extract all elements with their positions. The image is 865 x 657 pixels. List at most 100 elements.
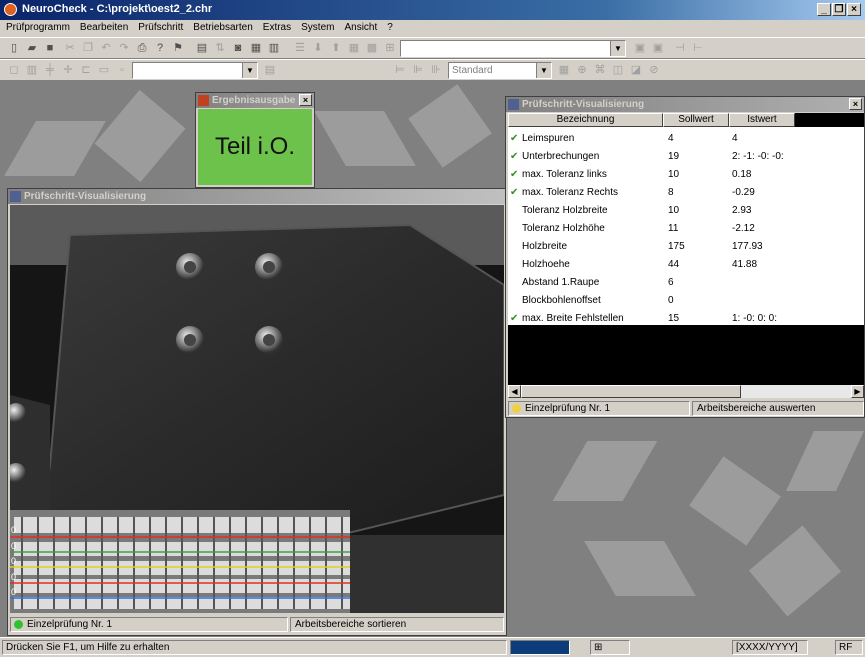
line-label: 0 bbox=[11, 541, 16, 551]
row-bezeichnung: Blockbohlenoffset bbox=[522, 295, 601, 306]
menu-ansicht[interactable]: Ansicht bbox=[340, 20, 381, 35]
chevron-down-icon[interactable]: ▼ bbox=[242, 63, 257, 78]
table-row[interactable]: Blockbohlenoffset 0 bbox=[508, 292, 864, 310]
format2-icon[interactable]: ▣ bbox=[650, 41, 666, 56]
table-window-titlebar[interactable]: Prüfschritt-Visualisierung × bbox=[506, 97, 864, 112]
chevron-down-icon[interactable]: ▼ bbox=[610, 41, 625, 56]
save-icon[interactable]: ■ bbox=[42, 41, 58, 56]
context-help-icon[interactable]: ⚑ bbox=[170, 41, 186, 56]
camera-window[interactable]: Prüfschritt-Visualisierung 0 0 0 0 0 Ein… bbox=[7, 188, 507, 636]
row-bezeichnung: max. Breite Fehlstellen bbox=[522, 313, 624, 324]
table-icon[interactable]: ▦ bbox=[556, 63, 572, 78]
row-bezeichnung: Leimspuren bbox=[522, 133, 575, 144]
result-window[interactable]: Ergebnisausgabe × Teil i.O. bbox=[195, 92, 315, 188]
select-icon[interactable]: ◻ bbox=[6, 63, 22, 78]
menu-betriebsarten[interactable]: Betriebsarten bbox=[189, 20, 256, 35]
style-combo-value: Standard bbox=[452, 65, 493, 76]
camera-icon[interactable]: ◙ bbox=[230, 41, 246, 56]
menu-bearbeiten[interactable]: Bearbeiten bbox=[76, 20, 132, 35]
minimize-button[interactable]: _ bbox=[817, 3, 831, 16]
menu-extras[interactable]: Extras bbox=[259, 20, 295, 35]
cut-icon[interactable]: ✂ bbox=[62, 41, 78, 56]
column-header-bezeichnung[interactable]: Bezeichnung bbox=[508, 113, 663, 127]
cross-icon[interactable]: ✛ bbox=[60, 63, 76, 78]
menu-system[interactable]: System bbox=[297, 20, 338, 35]
print-icon[interactable]: ⎙ bbox=[134, 41, 150, 56]
chevron-down-icon[interactable]: ▼ bbox=[536, 63, 551, 78]
table-row[interactable]: Toleranz Holzbreite 10 2.93 bbox=[508, 202, 864, 220]
table-window[interactable]: Prüfschritt-Visualisierung × ✔ Leimspuren… bbox=[505, 96, 865, 418]
watermark-logo bbox=[689, 456, 781, 546]
layers-icon[interactable]: ◫ bbox=[610, 63, 626, 78]
table-row[interactable]: ✔ max. Breite Fehlstellen 15 1: -0: 0: 0: bbox=[508, 310, 864, 328]
close-button[interactable]: × bbox=[847, 3, 861, 16]
camera-image[interactable]: 0 0 0 0 0 bbox=[10, 205, 504, 613]
close-icon[interactable]: × bbox=[849, 98, 862, 110]
split-icon[interactable]: ╪ bbox=[42, 63, 58, 78]
zoom-icon[interactable]: ⊕ bbox=[574, 63, 590, 78]
result-text: Teil i.O. bbox=[214, 133, 295, 160]
window2-icon[interactable]: ▫ bbox=[114, 63, 130, 78]
compare-icon[interactable]: ▥ bbox=[266, 41, 282, 56]
status-mode: RF bbox=[835, 640, 863, 655]
horizontal-scrollbar[interactable]: ◀ ▶ bbox=[508, 385, 864, 398]
camera-window-titlebar[interactable]: Prüfschritt-Visualisierung bbox=[8, 189, 506, 204]
bars-icon[interactable]: ▥ bbox=[24, 63, 40, 78]
open-folder-icon[interactable]: ▰ bbox=[24, 41, 40, 56]
table-row[interactable]: ✔ max. Toleranz Rechts 8 -0.29 bbox=[508, 184, 864, 202]
tree-icon[interactable]: ⊞ bbox=[382, 41, 398, 56]
table-row[interactable]: Holzhoehe 44 41.88 bbox=[508, 256, 864, 274]
style-combo[interactable]: Standard ▼ bbox=[448, 62, 552, 79]
table-row[interactable]: ✔ Unterbrechungen 19 2: -1: -0: -0: bbox=[508, 148, 864, 166]
menu-pruefschritt[interactable]: Prüfschritt bbox=[134, 20, 187, 35]
format-icon[interactable]: ▣ bbox=[632, 41, 648, 56]
new-file-icon[interactable]: ▯ bbox=[6, 41, 22, 56]
check-icon: ✔ bbox=[510, 169, 519, 180]
window-icon[interactable]: ▭ bbox=[96, 63, 112, 78]
menu-pruefprogramm[interactable]: Prüfprogramm bbox=[2, 20, 74, 35]
column-header-istwert[interactable]: Istwert bbox=[729, 113, 795, 127]
table-row[interactable]: Holzbreite 175 177.93 bbox=[508, 238, 864, 256]
graph-icon[interactable]: ▦ bbox=[248, 41, 264, 56]
undo-icon[interactable]: ↶ bbox=[98, 41, 114, 56]
scroll-thumb[interactable] bbox=[521, 385, 741, 398]
format4-icon[interactable]: ⊢ bbox=[690, 41, 706, 56]
align-left-icon[interactable]: ⊨ bbox=[392, 63, 408, 78]
help-icon[interactable]: ? bbox=[152, 41, 168, 56]
column-header-sollwert[interactable]: Sollwert bbox=[663, 113, 729, 127]
step-list-icon[interactable]: ▤ bbox=[194, 41, 210, 56]
down-icon[interactable]: ⬇ bbox=[310, 41, 326, 56]
copy-icon[interactable]: ❐ bbox=[80, 41, 96, 56]
distribute-icon[interactable]: ⊪ bbox=[428, 63, 444, 78]
restore-button[interactable]: ❐ bbox=[832, 3, 846, 16]
format3-icon[interactable]: ⊣ bbox=[672, 41, 688, 56]
row-sollwert: 0 bbox=[668, 295, 674, 306]
result-window-titlebar[interactable]: Ergebnisausgabe × bbox=[196, 93, 314, 108]
row-istwert: 2.93 bbox=[732, 205, 752, 216]
toolbar-combo-1[interactable]: ▼ bbox=[400, 40, 626, 57]
frame-icon[interactable]: ⊏ bbox=[78, 63, 94, 78]
row-sollwert: 10 bbox=[668, 205, 680, 216]
redo-icon[interactable]: ↷ bbox=[116, 41, 132, 56]
scroll-left-icon[interactable]: ◀ bbox=[508, 385, 521, 398]
watermark-logo bbox=[4, 121, 106, 176]
align-right-icon[interactable]: ⊫ bbox=[410, 63, 426, 78]
table-row[interactable]: Abstand 1.Raupe 6 bbox=[508, 274, 864, 292]
menu-help[interactable]: ? bbox=[383, 20, 397, 35]
toolbar-combo-2[interactable]: ▼ bbox=[132, 62, 258, 79]
table-row[interactable]: Toleranz Holzhöhe 11 -2.12 bbox=[508, 220, 864, 238]
grid-icon[interactable]: ▦ bbox=[346, 41, 362, 56]
pattern-icon[interactable]: ⌘ bbox=[592, 63, 608, 78]
table-row[interactable]: ✔ max. Toleranz links 10 0.18 bbox=[508, 166, 864, 184]
grid2-icon[interactable]: ▩ bbox=[364, 41, 380, 56]
title-bar: NeuroCheck - C:\projekt\oest2_2.chr _ ❐ … bbox=[0, 0, 865, 20]
close-icon[interactable]: × bbox=[299, 94, 312, 106]
sort-icon[interactable]: ⇅ bbox=[212, 41, 228, 56]
apply-icon[interactable]: ▤ bbox=[262, 63, 278, 78]
layers2-icon[interactable]: ◪ bbox=[628, 63, 644, 78]
table-row[interactable]: ✔ Leimspuren 4 4 bbox=[508, 130, 864, 148]
scroll-right-icon[interactable]: ▶ bbox=[851, 385, 864, 398]
link-icon[interactable]: ⊘ bbox=[646, 63, 662, 78]
up-icon[interactable]: ⬆ bbox=[328, 41, 344, 56]
align-icon[interactable]: ☰ bbox=[292, 41, 308, 56]
